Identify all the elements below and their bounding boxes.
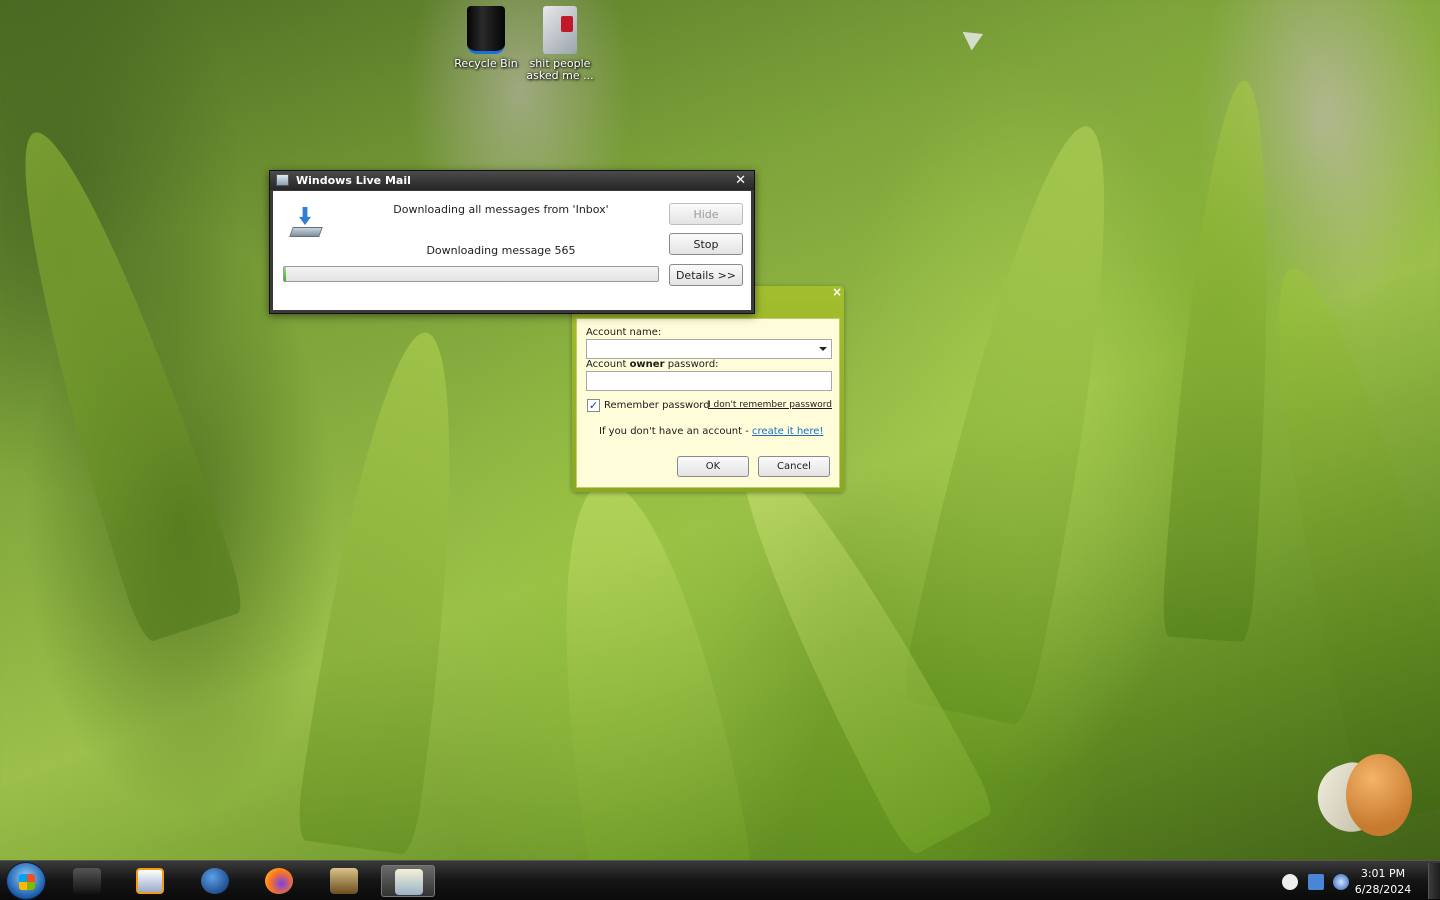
- mail-app-icon: [276, 174, 289, 186]
- account-name-input[interactable]: [587, 340, 831, 358]
- password-label-bold: owner: [629, 359, 665, 370]
- signin-form: Account name: Account owner password: ✓ …: [576, 318, 840, 488]
- remember-password-checkbox[interactable]: ✓: [587, 399, 600, 412]
- create-account-link[interactable]: create it here!: [752, 426, 823, 437]
- password-input[interactable]: [587, 372, 831, 390]
- download-progress-text: Downloading message 565: [426, 244, 576, 257]
- password-label-prefix: Account: [586, 359, 630, 370]
- account-signin-panel: × Account name: Account owner password: …: [572, 285, 844, 492]
- terminal-icon: [73, 868, 101, 894]
- taskbar-app-firefox[interactable]: [252, 865, 306, 897]
- chevron-down-icon[interactable]: [819, 347, 827, 351]
- show-desktop-button[interactable]: [1428, 863, 1440, 899]
- close-icon[interactable]: ×: [832, 285, 842, 299]
- hamster-gadget[interactable]: [1308, 752, 1416, 841]
- no-account-text: If you don't have an account - create it…: [599, 426, 823, 437]
- download-progress-bar: [283, 266, 659, 282]
- recycle-bin-icon: [467, 6, 505, 54]
- mouse-cursor-icon: [956, 23, 984, 51]
- taskbar-app-media-player[interactable]: [123, 865, 177, 897]
- globe-icon: [201, 868, 229, 894]
- no-account-prefix: If you don't have an account -: [599, 426, 753, 437]
- stop-button[interactable]: Stop: [669, 233, 743, 255]
- password-field[interactable]: [586, 371, 832, 391]
- progress-fill: [284, 267, 286, 281]
- window-titlebar[interactable]: Windows Live Mail ✕: [270, 171, 754, 190]
- wallpaper-leaf: [294, 324, 486, 856]
- volume-icon[interactable]: [1333, 874, 1349, 890]
- firefox-icon: [265, 868, 293, 894]
- media-player-icon: [136, 868, 164, 894]
- wallpaper-leaf: [1160, 77, 1290, 643]
- game-box-icon: [330, 868, 358, 894]
- windows-logo-icon: [19, 874, 35, 890]
- hamster-icon: [1346, 754, 1412, 836]
- close-icon[interactable]: ✕: [735, 171, 746, 190]
- desktop-icon-label: Recycle Bin: [454, 57, 518, 70]
- window-title: Windows Live Mail: [296, 174, 411, 187]
- mail-app-icon: [395, 869, 423, 895]
- account-name-label: Account name:: [586, 327, 662, 338]
- account-name-dropdown[interactable]: [586, 339, 832, 359]
- taskbar-clock[interactable]: 3:01 PM 6/28/2024: [1348, 866, 1418, 898]
- download-progress-window: Windows Live Mail ✕ Downloading all mess…: [269, 170, 755, 314]
- download-status-text: Downloading all messages from 'Inbox': [393, 203, 609, 216]
- details-button[interactable]: Details >>: [669, 264, 743, 286]
- start-button[interactable]: [6, 862, 46, 900]
- ok-button[interactable]: OK: [677, 456, 749, 477]
- clock-time: 3:01 PM: [1360, 867, 1406, 880]
- taskbar: 3:01 PM 6/28/2024: [0, 860, 1440, 900]
- taskbar-app-terminal[interactable]: [60, 865, 114, 897]
- chevron-up-icon[interactable]: [1282, 874, 1298, 890]
- document-icon: [543, 6, 577, 54]
- remember-password-label: Remember password: [604, 400, 710, 411]
- wallpaper-leaf: [524, 469, 756, 900]
- wallpaper-leaf: [899, 113, 1151, 727]
- password-label: Account owner password:: [586, 359, 719, 370]
- desktop-icon-label: shit people asked me ...: [526, 57, 594, 82]
- taskbar-app-gamebox[interactable]: [317, 865, 371, 897]
- password-label-suffix: password:: [664, 359, 719, 370]
- network-icon[interactable]: [1308, 874, 1324, 890]
- forgot-password-link[interactable]: I don't remember password: [708, 400, 832, 410]
- desktop-icon-document[interactable]: shit people asked me ...: [525, 6, 595, 82]
- wallpaper-leaf: [0, 115, 248, 645]
- taskbar-app-browser[interactable]: [188, 865, 242, 897]
- desktop-icon-recycle-bin[interactable]: Recycle Bin: [451, 6, 521, 70]
- taskbar-app-windows-live-mail[interactable]: [381, 865, 435, 897]
- clock-date: 6/28/2024: [1354, 883, 1412, 896]
- hide-button[interactable]: Hide: [669, 203, 743, 225]
- cancel-button[interactable]: Cancel: [758, 456, 830, 477]
- window-body: Downloading all messages from 'Inbox' Do…: [273, 191, 751, 310]
